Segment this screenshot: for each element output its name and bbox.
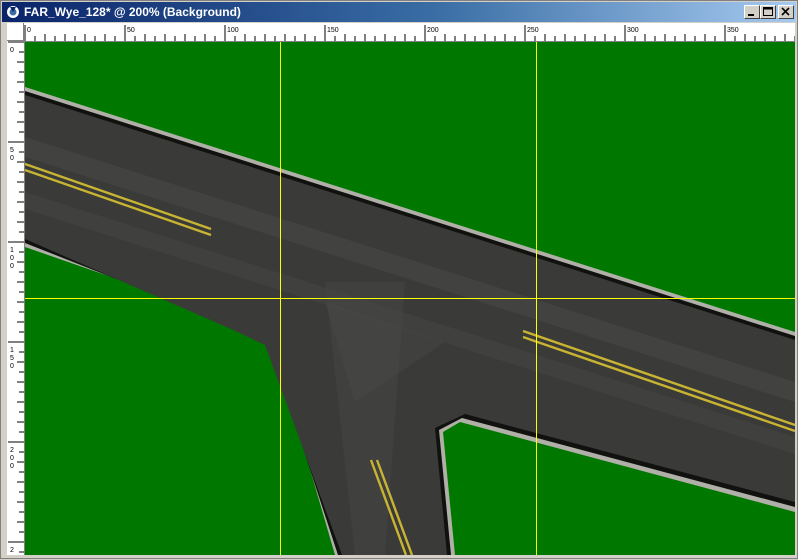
horizontal-ruler[interactable]: 0 50 100 150 200 250 300 350	[24, 23, 796, 42]
window-title: FAR_Wye_128* @ 200% (Background)	[24, 5, 241, 19]
close-icon	[781, 7, 790, 16]
ruler-label: 0	[10, 255, 14, 262]
ruler-label: 250	[527, 27, 539, 34]
vertical-ruler-scale: 050100150200250	[8, 41, 24, 560]
ruler-label: 0	[10, 155, 14, 162]
ruler-label: 0	[10, 263, 14, 270]
image-document-icon[interactable]	[5, 4, 21, 20]
ruler-label: 0	[10, 363, 14, 370]
horizontal-ruler-scale: 0 50 100 150 200 250 300 350	[24, 25, 796, 41]
minimize-button[interactable]	[744, 5, 760, 19]
ruler-label: 150	[327, 27, 339, 34]
document-window: FAR_Wye_128* @ 200% (Background) 0 50 100 1…	[0, 0, 798, 560]
minimize-icon	[748, 14, 754, 16]
ruler-label: 0	[10, 463, 14, 470]
ruler-label: 0	[10, 455, 14, 462]
ruler-label: 5	[10, 355, 14, 362]
ruler-label: 50	[127, 27, 135, 34]
ruler-label: 350	[727, 27, 739, 34]
ruler-label: 200	[427, 27, 439, 34]
ruler-label: 1	[10, 247, 14, 254]
ruler-origin[interactable]	[7, 23, 24, 41]
ruler-label: 300	[627, 27, 639, 34]
ruler-label: 1	[10, 347, 14, 354]
vertical-ruler[interactable]: 050100150200250	[7, 41, 25, 560]
title-bar[interactable]: FAR_Wye_128* @ 200% (Background)	[2, 2, 796, 22]
ruler-label: 0	[10, 47, 14, 54]
ruler-label: 2	[10, 547, 14, 554]
close-button[interactable]	[778, 5, 794, 19]
maximize-button[interactable]	[760, 5, 776, 19]
ruler-label: 2	[10, 447, 14, 454]
ruler-label: 100	[227, 27, 239, 34]
ruler-label: 5	[10, 147, 14, 154]
maximize-icon	[763, 7, 773, 16]
road-wye-artwork	[25, 42, 795, 555]
image-canvas[interactable]	[25, 42, 795, 555]
ruler-label: 0	[27, 27, 31, 34]
